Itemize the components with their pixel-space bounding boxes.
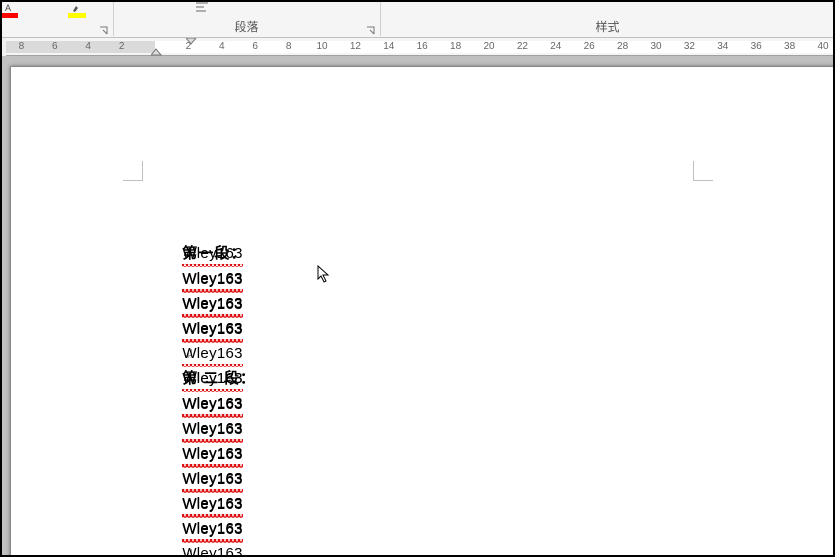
document-body[interactable]: 第一段： Wley163 Wley163 Wley163 Wley163 Wle… bbox=[149, 191, 277, 391]
text-word: Wley163 bbox=[182, 266, 242, 291]
ruler-tick-label: 34 bbox=[717, 41, 728, 52]
highlight-color-swatch bbox=[68, 13, 86, 18]
ruler-tick-label: 40 bbox=[817, 41, 828, 52]
margin-corner-tl bbox=[123, 161, 143, 181]
ruler-tick-label: 6 bbox=[252, 41, 258, 52]
ruler-tick-label: 30 bbox=[650, 41, 661, 52]
ruler-tick-label: 6 bbox=[52, 41, 58, 52]
document-viewport[interactable]: 第一段： Wley163 Wley163 Wley163 Wley163 Wle… bbox=[0, 56, 835, 557]
highlight-icon bbox=[72, 0, 82, 10]
hanging-indent-marker[interactable] bbox=[151, 48, 162, 56]
ruler-tick-label: 2 bbox=[186, 41, 192, 52]
ruler-tick-label: 38 bbox=[784, 41, 795, 52]
text-word: Wley163 bbox=[182, 391, 242, 416]
text-word: Wley163 bbox=[182, 291, 242, 316]
horizontal-ruler[interactable]: 8642246810121416182022242628303234363840 bbox=[0, 38, 835, 56]
ruler-tick-label: 28 bbox=[617, 41, 628, 52]
text-word: Wley163 bbox=[182, 241, 242, 266]
text-word: Wley163 bbox=[182, 516, 242, 541]
ruler-tick-label: 4 bbox=[85, 41, 91, 52]
svg-text:A: A bbox=[5, 3, 11, 13]
font-color-split-button[interactable]: A bbox=[0, 0, 18, 38]
ribbon-toolbar: A 段落 样式 bbox=[0, 0, 835, 38]
ruler-tick-label: 8 bbox=[286, 41, 292, 52]
ruler-tick-label: 8 bbox=[19, 41, 25, 52]
sort-icon bbox=[195, 2, 213, 12]
paragraph1-line1[interactable]: 第一段： Wley163 Wley163 Wley163 bbox=[149, 191, 277, 216]
text-word: Wley163 bbox=[182, 441, 242, 466]
ruler-tick-label: 2 bbox=[119, 41, 125, 52]
ruler-tick-label: 4 bbox=[219, 41, 225, 52]
ruler-tick-label: 16 bbox=[417, 41, 428, 52]
margin-corner-tr bbox=[693, 161, 713, 181]
ruler-tick-label: 36 bbox=[751, 41, 762, 52]
ruler-tick-label: 24 bbox=[550, 41, 561, 52]
ruler-tick-label: 20 bbox=[483, 41, 494, 52]
ruler-tick-label: 22 bbox=[517, 41, 528, 52]
text-word: Wley163 bbox=[182, 416, 242, 441]
ruler-tick-label: 26 bbox=[584, 41, 595, 52]
highlight-color-split-button[interactable] bbox=[68, 0, 86, 38]
ruler-tick-label: 18 bbox=[450, 41, 461, 52]
ruler-tick-label: 14 bbox=[383, 41, 394, 52]
cursor-arrow-icon bbox=[317, 265, 330, 283]
ribbon-group-label-style: 样式 bbox=[380, 18, 835, 35]
ruler-tick-label: 12 bbox=[350, 41, 361, 52]
font-color-swatch bbox=[0, 13, 18, 18]
text-word: Wley163 bbox=[182, 341, 242, 366]
text-word: Wley163 bbox=[182, 491, 242, 516]
ribbon-group-label-paragraph: 段落 bbox=[113, 18, 380, 35]
text-word: Wley163 bbox=[182, 366, 242, 391]
font-group-launcher[interactable] bbox=[99, 23, 109, 33]
text-word: Wley163 bbox=[182, 466, 242, 491]
text-word: Wley163 bbox=[182, 316, 242, 341]
ruler-tick-label: 32 bbox=[684, 41, 695, 52]
paragraph-group-launcher[interactable] bbox=[366, 23, 376, 33]
ruler-tick-label: 10 bbox=[316, 41, 327, 52]
font-color-icon: A bbox=[4, 0, 14, 10]
text-word: Wley163 bbox=[182, 541, 242, 557]
page[interactable]: 第一段： Wley163 Wley163 Wley163 Wley163 Wle… bbox=[10, 66, 835, 557]
